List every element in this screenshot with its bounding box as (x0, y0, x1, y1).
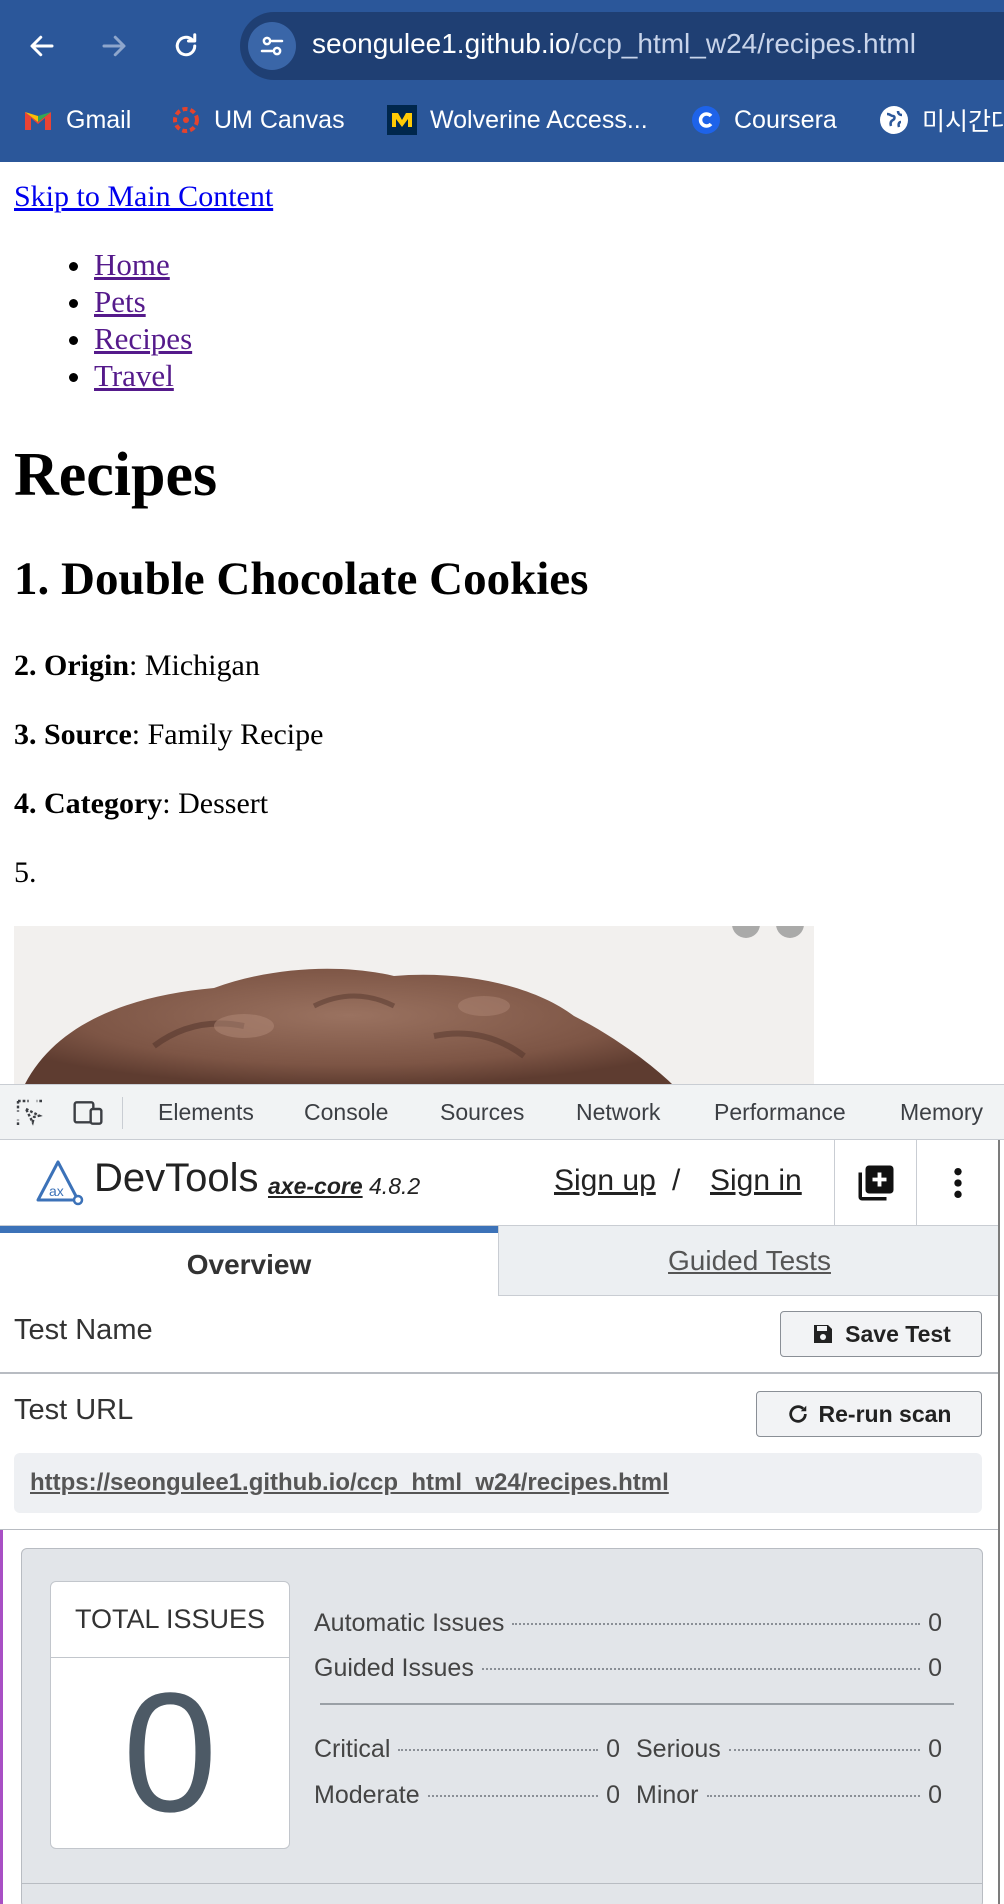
globe-icon (878, 104, 910, 136)
page-title: Recipes (14, 441, 218, 509)
sign-up-link[interactable]: Sign up (554, 1164, 656, 1198)
add-library-icon (858, 1165, 893, 1201)
site-nav: Home Pets Recipes Travel (94, 246, 192, 394)
bookmark-um-canvas[interactable]: UM Canvas (170, 100, 345, 140)
cookie-photo (14, 926, 814, 1084)
michigan-logo-icon (386, 104, 418, 136)
inspect-element-icon[interactable] (14, 1097, 46, 1129)
test-url-box: https://seongulee1.github.io/ccp_html_w2… (14, 1453, 982, 1513)
gmail-icon (22, 104, 54, 136)
automatic-issues-row[interactable]: Automatic Issues 0 (314, 1609, 942, 1639)
guided-issues-row[interactable]: Guided Issues 0 (314, 1654, 942, 1684)
tab-memory[interactable]: Memory (900, 1099, 983, 1126)
nav-link-travel[interactable]: Travel (94, 357, 192, 394)
save-icon (814, 1325, 833, 1343)
auth-separator: / (672, 1164, 681, 1197)
url-text: seongulee1.github.io/ccp_html_w24/recipe… (312, 28, 916, 59)
page-content: Skip to Main Content Home Pets Recipes T… (0, 162, 1004, 1084)
save-test-button[interactable]: Save Test (780, 1311, 982, 1357)
total-issues-label: TOTAL ISSUES (51, 1582, 289, 1658)
nav-link-recipes[interactable]: Recipes (94, 320, 192, 357)
divider (0, 1372, 998, 1374)
recipe-origin: 2. Origin: Michigan (14, 649, 260, 682)
site-settings-icon[interactable] (248, 22, 296, 70)
tab-guided-tests[interactable]: Guided Tests (498, 1226, 998, 1296)
bookmarks-bar: Gmail UM Canvas Wolverine Access... Cour… (0, 96, 1004, 144)
bookmark-coursera[interactable]: Coursera (690, 100, 837, 140)
axe-devtools-panel: ax DevTools axe-core 4.8.2 Sign up / Sig… (0, 1140, 1000, 1904)
total-issues-count: 0 (122, 1658, 218, 1848)
axe-core-version: axe-core 4.8.2 (268, 1173, 421, 1199)
rerun-scan-button[interactable]: Re-run scan (756, 1391, 982, 1437)
device-toolbar-icon[interactable] (72, 1097, 104, 1129)
bookmark-michigan-korean[interactable]: 미시간대 (878, 100, 1004, 140)
tabbar-separator (122, 1097, 123, 1129)
arrow-left-icon (30, 35, 54, 57)
moderate-issues-row[interactable]: Moderate 0 (314, 1781, 620, 1811)
back-button[interactable] (20, 24, 64, 68)
total-issues-box: TOTAL ISSUES 0 (50, 1581, 290, 1849)
reload-button[interactable] (164, 24, 208, 68)
axe-header: ax DevTools axe-core 4.8.2 Sign up / Sig… (0, 1140, 998, 1226)
arrow-right-icon (102, 35, 126, 57)
nav-link-pets[interactable]: Pets (94, 283, 192, 320)
test-url-link[interactable]: https://seongulee1.github.io/ccp_html_w2… (30, 1469, 669, 1497)
sign-in-link[interactable]: Sign in (710, 1164, 802, 1198)
bookmark-wolverine-access[interactable]: Wolverine Access... (386, 100, 648, 140)
address-bar[interactable]: seongulee1.github.io/ccp_html_w24/recipe… (240, 12, 1004, 80)
recipe-category: 4. Category: Dessert (14, 787, 269, 820)
test-name-label: Test Name (14, 1314, 153, 1346)
browser-chrome: seongulee1.github.io/ccp_html_w24/recipe… (0, 0, 1004, 162)
tab-sources[interactable]: Sources (440, 1099, 524, 1126)
reload-icon (175, 33, 197, 57)
test-url-label: Test URL (14, 1394, 134, 1426)
issues-summary-card: TOTAL ISSUES 0 Automatic Issues 0 Guided … (21, 1548, 983, 1904)
axe-brand-title: DevTools (94, 1156, 259, 1200)
axe-core-link[interactable]: axe-core (268, 1173, 363, 1199)
kebab-menu-icon (953, 1167, 962, 1199)
bookmark-gmail[interactable]: Gmail (22, 100, 131, 140)
summary-divider (320, 1703, 954, 1705)
summary-footer-divider (22, 1883, 982, 1884)
axe-tabs: Overview Guided Tests (0, 1226, 998, 1296)
tab-performance[interactable]: Performance (714, 1099, 846, 1126)
new-test-button[interactable] (834, 1140, 916, 1226)
svg-text:ax: ax (49, 1183, 64, 1199)
coursera-icon (690, 104, 722, 136)
recipe-item-5: 5. (14, 856, 37, 889)
recipe-source: 3. Source: Family Recipe (14, 718, 324, 751)
skip-to-main-link[interactable]: Skip to Main Content (14, 180, 273, 214)
tab-console[interactable]: Console (304, 1099, 388, 1126)
refresh-icon (788, 1405, 807, 1423)
tab-overview[interactable]: Overview (0, 1226, 498, 1296)
nav-link-home[interactable]: Home (94, 246, 192, 283)
results-summary-section: TOTAL ISSUES 0 Automatic Issues 0 Guided … (0, 1530, 998, 1904)
tab-network[interactable]: Network (576, 1099, 660, 1126)
canvas-icon (170, 104, 202, 136)
more-options-button[interactable] (916, 1140, 998, 1226)
critical-issues-row[interactable]: Critical 0 (314, 1735, 620, 1765)
serious-issues-row[interactable]: Serious 0 (636, 1735, 942, 1765)
axe-logo-icon: ax (36, 1160, 84, 1206)
minor-issues-row[interactable]: Minor 0 (636, 1781, 942, 1811)
devtools-tabbar: Elements Console Sources Network Perform… (0, 1084, 1004, 1140)
forward-button[interactable] (92, 24, 136, 68)
recipe-title: 1. Double Chocolate Cookies (14, 553, 589, 605)
tab-elements[interactable]: Elements (158, 1099, 254, 1126)
